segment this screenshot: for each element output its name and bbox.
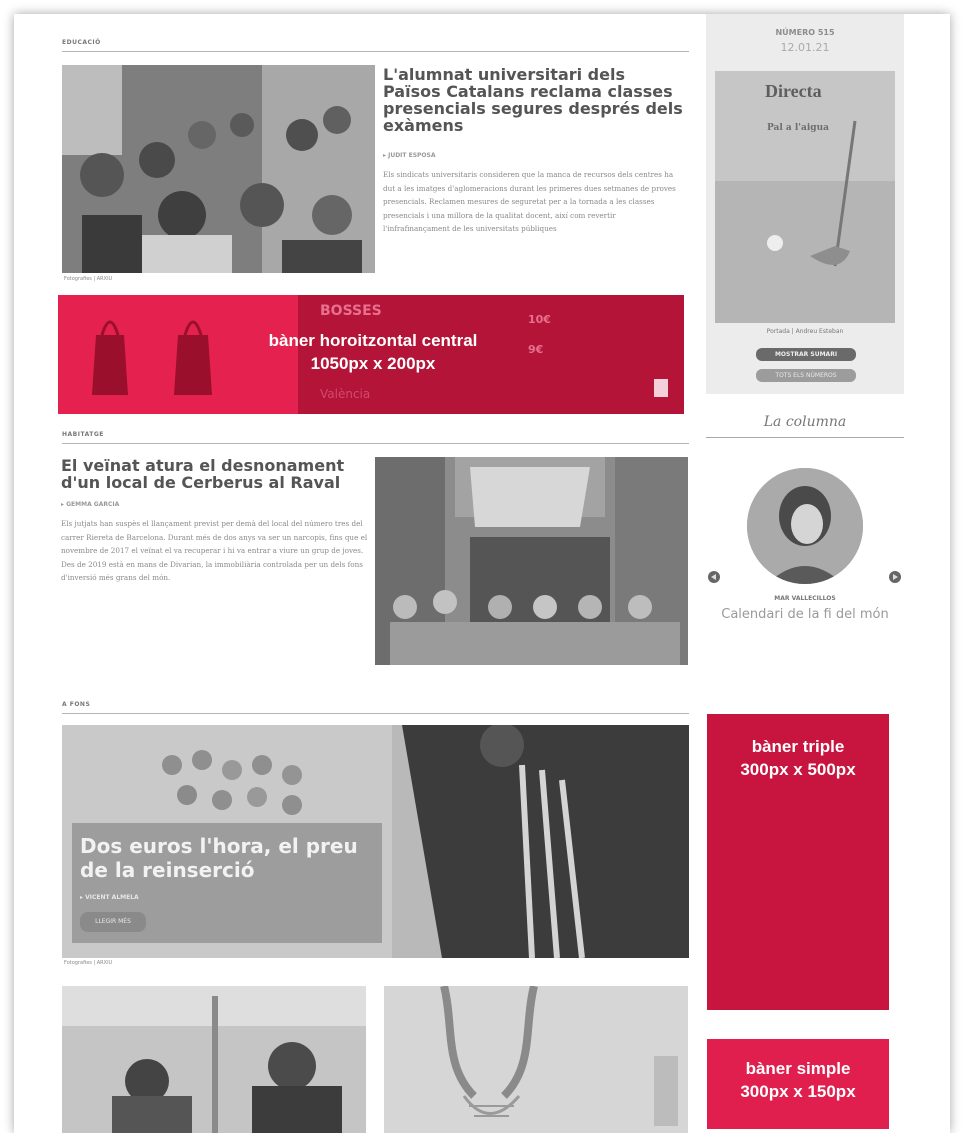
banner-simple[interactable]: bàner simple 300px x 150px xyxy=(707,1039,889,1129)
cover-headline: Pal a l'aigua xyxy=(767,123,829,133)
banner-simple-line1: bàner simple xyxy=(745,1059,851,1078)
article-image-youths[interactable] xyxy=(62,986,366,1133)
columnist-portrait-icon xyxy=(747,468,863,584)
section-rule xyxy=(62,51,689,52)
issue-date: 12.01.21 xyxy=(780,41,830,54)
section-rule xyxy=(62,443,689,444)
article-image-hands[interactable] xyxy=(384,986,688,1133)
issue-cover[interactable]: Directa Pal a l'aigua xyxy=(715,71,895,323)
article-image-raval[interactable] xyxy=(375,457,688,665)
article-image-students[interactable] xyxy=(62,65,375,273)
banner-simple-label: bàner simple 300px x 150px xyxy=(707,1057,889,1103)
bag-ad-headline: BOSSES xyxy=(320,303,382,319)
banner-triple-line1: bàner triple xyxy=(751,737,845,756)
banner-triple-label: bàner triple 300px x 500px xyxy=(707,735,889,781)
banner-horizontal-central[interactable]: BOSSES 10€ 9€ València bàner horoitzonta… xyxy=(58,295,684,414)
article-author[interactable]: ▸ GEMMA GARCIA xyxy=(61,501,119,508)
columnist-name[interactable]: MAR VALLECILLOS xyxy=(706,595,904,602)
article-title-eviction[interactable]: El veïnat atura el desnonament d'un loca… xyxy=(61,457,371,491)
carousel-next-icon[interactable] xyxy=(889,571,901,583)
read-more-button[interactable]: LLEGIR MÉS xyxy=(80,912,146,932)
youths-photo-icon xyxy=(62,986,366,1133)
banner-central-line1: bàner horoitzontal central xyxy=(268,331,478,350)
golf-cover-icon xyxy=(715,71,895,323)
show-summary-button[interactable]: MOSTRAR SUMARI xyxy=(756,348,856,361)
feature-author[interactable]: ▸ VICENT ALMELA xyxy=(80,894,139,901)
cover-caption: Portada | Andreu Esteban xyxy=(766,328,844,335)
bag-ad-price-1: 10€ xyxy=(528,313,551,326)
hands-illustration-icon xyxy=(384,986,688,1133)
article-author[interactable]: ▸ JUDIT ESPOSA xyxy=(383,152,435,159)
banner-central-line2: 1050px x 200px xyxy=(310,354,436,373)
column-title[interactable]: Calendari de la fi del món xyxy=(716,606,894,623)
banner-triple[interactable]: bàner triple 300px x 500px xyxy=(707,714,889,1010)
section-label-housing: HABITATGE xyxy=(62,431,104,438)
article-title-university[interactable]: L'alumnat universitari dels Països Catal… xyxy=(383,66,683,134)
cover-masthead: Directa xyxy=(765,81,822,101)
banner-central-label: bàner horoitzontal central 1050px x 200p… xyxy=(208,329,538,375)
carousel-prev-icon[interactable] xyxy=(708,571,720,583)
section-label-deep: A FONS xyxy=(62,701,91,708)
banner-simple-line2: 300px x 150px xyxy=(740,1082,856,1101)
issue-number: NÚMERO 515 xyxy=(775,28,835,37)
raval-photo-icon xyxy=(375,457,688,665)
photo-credit: Fotografies | ARXIU xyxy=(64,276,113,282)
columnist-avatar[interactable] xyxy=(747,468,863,584)
banner-triple-line2: 300px x 500px xyxy=(740,760,856,779)
column-rule xyxy=(706,437,904,438)
page-frame: EDUCACIÓ Fotografies | ARXIU L'alumnat u… xyxy=(14,14,950,1133)
column-heading: La columna xyxy=(763,414,847,430)
feature-title[interactable]: Dos euros l'hora, el preu de la reinserc… xyxy=(80,834,380,882)
photo-credit: Fotografies | ARXIU xyxy=(64,960,113,966)
section-rule xyxy=(62,713,689,714)
all-issues-button[interactable]: TOTS ELS NÚMEROS xyxy=(756,369,856,382)
students-photo-icon xyxy=(62,65,375,273)
bag-ad-city: València xyxy=(320,387,371,401)
section-label-education: EDUCACIÓ xyxy=(62,39,101,46)
article-summary: Els jutjats han suspès el llançament pre… xyxy=(61,519,368,583)
article-summary: Els sindicats universitaris consideren q… xyxy=(383,170,676,234)
